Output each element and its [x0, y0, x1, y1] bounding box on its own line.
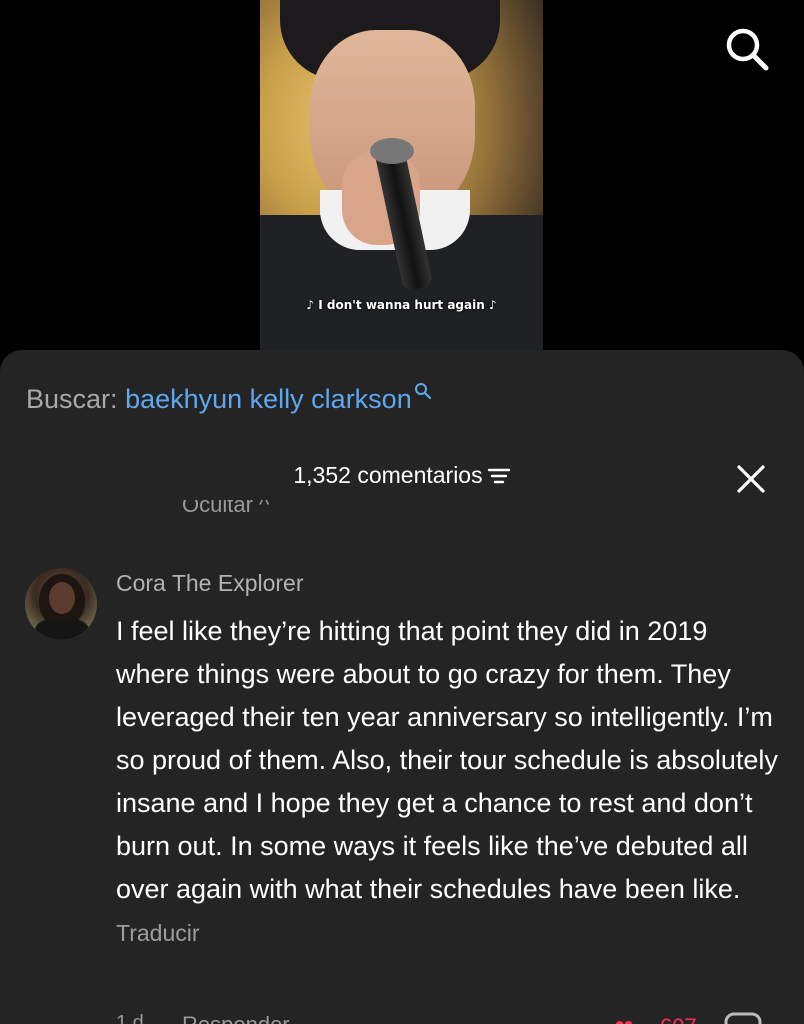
- hide-replies-toggle[interactable]: Ocultar ^: [182, 500, 269, 522]
- avatar[interactable]: [25, 568, 97, 640]
- dislike-icon[interactable]: [720, 1012, 766, 1024]
- search-suggestion[interactable]: Buscar: baekhyun kelly clarkson: [26, 382, 432, 415]
- video-player[interactable]: ♪ I don't wanna hurt again ♪: [260, 0, 543, 352]
- video-frame-microphone-head: [370, 138, 414, 164]
- filter-icon[interactable]: [487, 466, 511, 486]
- comment-text: I feel like they’re hitting that point t…: [116, 616, 778, 904]
- avatar-face: [49, 582, 75, 614]
- like-count: 607: [660, 1014, 697, 1024]
- hide-replies-label: Ocultar ^: [182, 500, 270, 517]
- comments-count: 1,352 comentarios: [293, 462, 483, 488]
- search-label: Buscar:: [26, 384, 118, 414]
- close-icon[interactable]: [736, 464, 766, 494]
- comment-actions: 1 d Responder ♥ 607: [0, 1012, 804, 1024]
- search-query-link[interactable]: baekhyun kelly clarkson: [125, 384, 412, 414]
- comment-body: I feel like they’re hitting that point t…: [116, 610, 786, 955]
- video-caption: ♪ I don't wanna hurt again ♪: [306, 298, 497, 312]
- reply-button[interactable]: Responder: [182, 1012, 290, 1024]
- avatar-shirt: [35, 618, 89, 640]
- search-small-icon: [414, 383, 431, 400]
- heart-icon[interactable]: ♥: [614, 1012, 634, 1024]
- comments-header: 1,352 comentarios: [0, 462, 804, 489]
- translate-link[interactable]: Traducir: [116, 920, 200, 946]
- comment-age: 1 d: [116, 1012, 144, 1024]
- search-icon[interactable]: [722, 24, 772, 74]
- comment-author[interactable]: Cora The Explorer: [116, 570, 304, 597]
